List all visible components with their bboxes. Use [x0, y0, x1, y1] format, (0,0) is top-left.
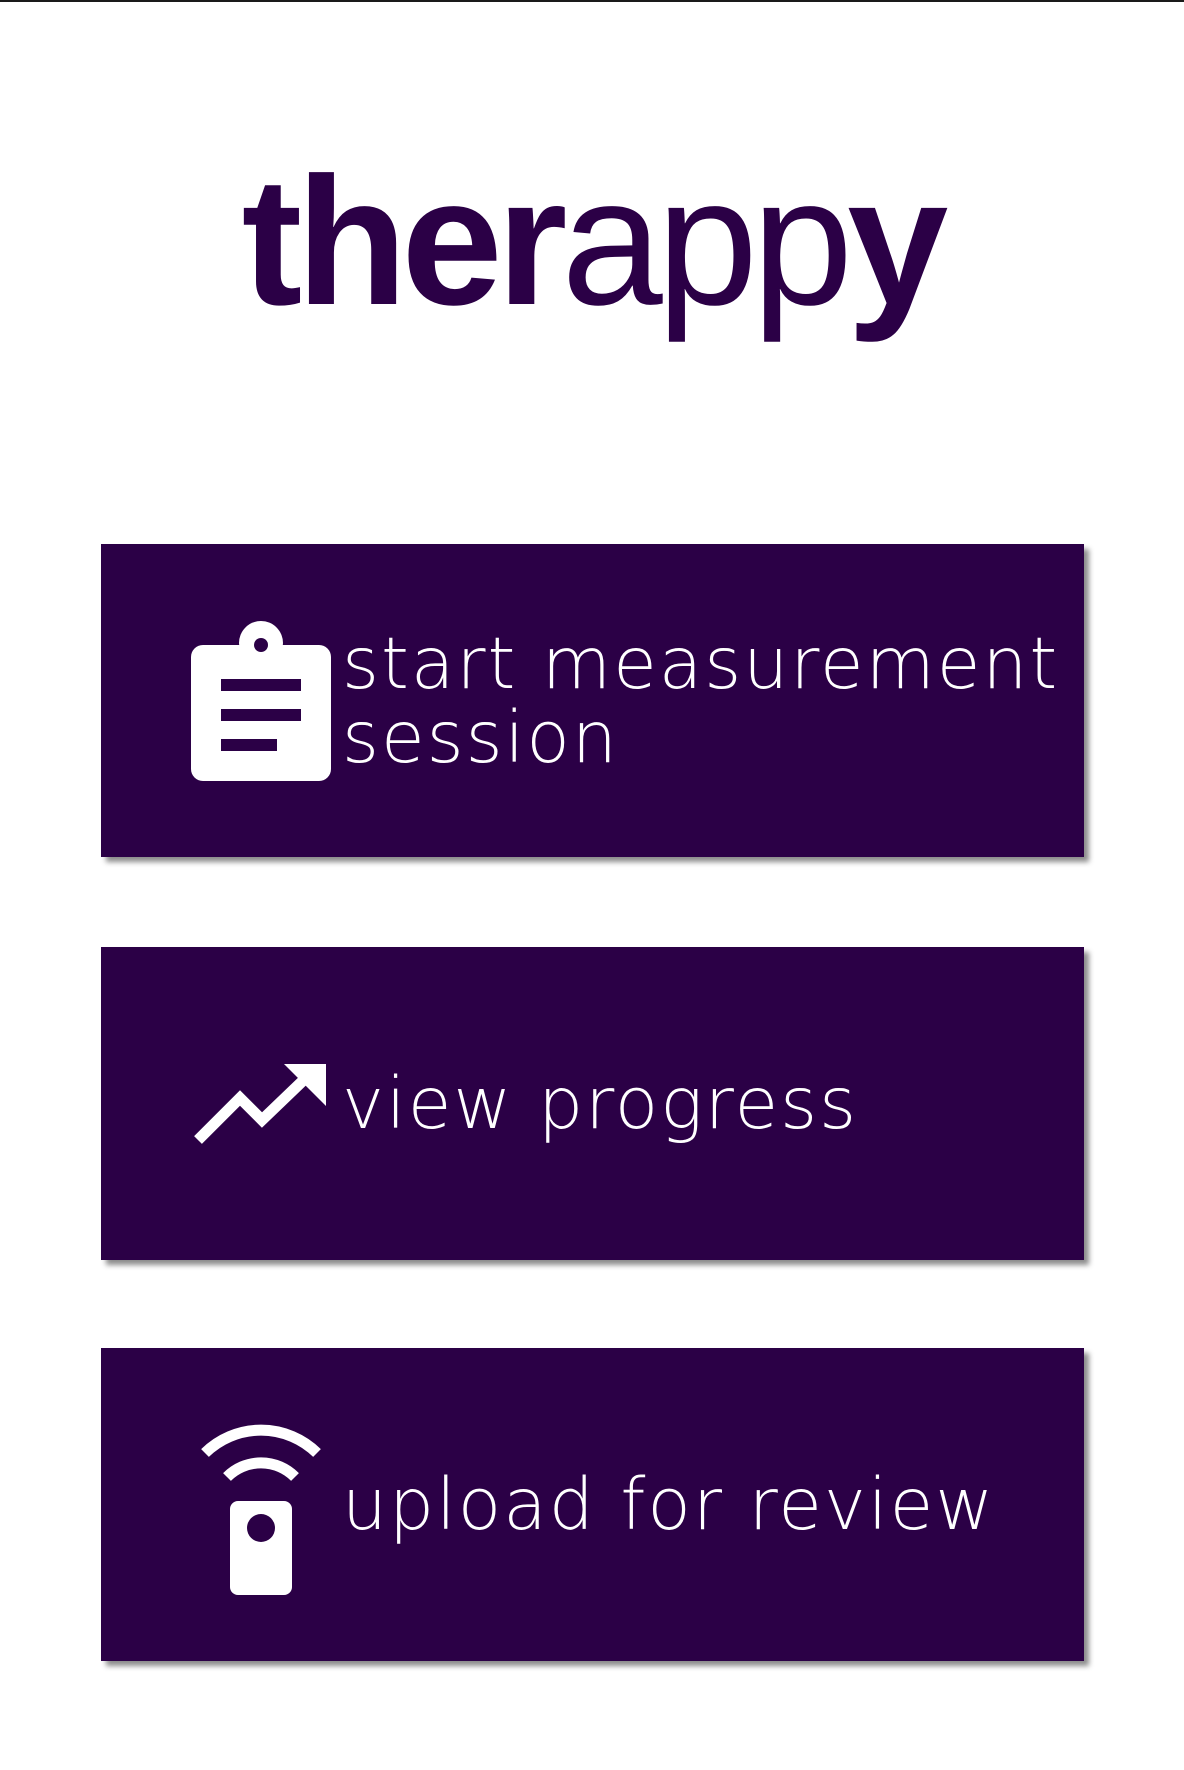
trending-up-icon	[194, 1063, 326, 1144]
app-logo: therappy	[0, 150, 1184, 332]
upload-for-review-button[interactable]: upload for review	[101, 1348, 1084, 1661]
logo-bold-prefix: ther	[241, 139, 568, 343]
upload-for-review-label: upload for review	[342, 1462, 996, 1546]
start-measurement-label: start measurement session	[342, 621, 1060, 779]
logo-light-mid: app	[561, 139, 853, 343]
remote-signal-icon	[201, 1424, 321, 1595]
start-measurement-button[interactable]: start measurement session	[101, 544, 1084, 857]
clipboard-icon	[191, 620, 331, 781]
view-progress-label: view progress	[342, 1061, 859, 1145]
top-divider	[0, 0, 1184, 2]
logo-bold-suffix: y	[847, 139, 948, 343]
view-progress-button[interactable]: view progress	[101, 947, 1084, 1260]
